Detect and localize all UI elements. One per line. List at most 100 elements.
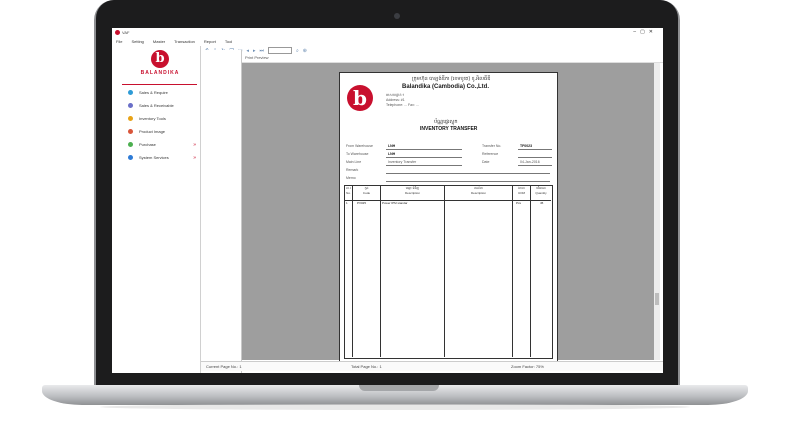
report-page: b ក្រុមហ៊ុន បាឡង់ឌីកា (ខេមបូឌា) ខូ.អិលធី… <box>339 72 558 362</box>
remark-label: Remark <box>346 168 359 172</box>
items-table <box>344 185 553 359</box>
sidebar: b BALANDIKA Sales & Require Sales & Rece… <box>112 46 201 373</box>
purchase-icon <box>128 142 133 147</box>
page-input[interactable] <box>267 47 292 54</box>
field-underline <box>386 149 462 150</box>
field-underline <box>386 173 550 174</box>
row-uom: Pcs <box>516 201 522 205</box>
close-button[interactable]: ✕ <box>649 29 657 35</box>
menu-master[interactable]: Master <box>153 39 165 44</box>
webcam <box>394 13 400 19</box>
group-tree-panel <box>201 50 242 373</box>
prev-page-icon[interactable]: ◂ <box>246 48 249 54</box>
image-icon <box>128 129 133 134</box>
status-bar: Current Page No.: 1 Total Page No.: 1 Zo… <box>201 361 663 371</box>
viewer-toolbar: ⎙ ⇩ ↻ ❐ ⏮ ◂ ▸ ⏭ ⌕ ⊕ <box>201 46 663 55</box>
menu-tool[interactable]: Tool <box>225 39 232 44</box>
company-name: Balandika (Cambodia) Co.,Ltd. <box>402 84 490 90</box>
sidebar-item-sales-receivable[interactable]: Sales & Receivable <box>128 99 198 112</box>
col-header-uom-en: UOM <box>518 191 525 195</box>
table-column-divider <box>352 185 353 357</box>
sidebar-item-product-image[interactable]: Product Image <box>128 125 198 138</box>
table-column-divider <box>512 185 513 357</box>
row-name: Power IPM standar <box>382 201 408 205</box>
menu-file[interactable]: File <box>116 39 122 44</box>
next-page-icon[interactable]: ▸ <box>253 48 256 54</box>
sidebar-item-label: System Services <box>139 155 169 160</box>
address-line-3: Telephone: ... Fax: ... <box>386 103 419 107</box>
sidebar-item-label: Sales & Receivable <box>139 103 174 108</box>
brand-logo: b BALANDIKA <box>130 50 190 80</box>
field-underline <box>518 157 552 158</box>
field-underline <box>386 181 550 182</box>
field-underline <box>518 165 552 166</box>
col-header-uom: ឯកតា UOM <box>513 186 530 195</box>
table-column-divider <box>530 185 531 357</box>
col-header-desc-en: Description <box>470 191 486 195</box>
inventory-icon <box>128 116 133 121</box>
col-header-no: ល.រ No. <box>345 186 352 195</box>
menu-bar: File Setting Master Transaction Report T… <box>112 37 663 46</box>
expand-arrow-icon: » <box>193 154 196 161</box>
title-bar: VAF –▢✕ <box>112 28 663 37</box>
from-warehouse-label: From Warehouse <box>346 144 373 148</box>
col-header-quantity: បរិមាណ Quantity <box>531 186 551 195</box>
window-title: VAF <box>122 30 130 35</box>
col-header-qty-en: Quantity <box>535 191 547 195</box>
sidebar-item-purchase[interactable]: Purchase » <box>128 138 198 151</box>
window-controls[interactable]: –▢✕ <box>633 29 657 35</box>
field-underline <box>518 149 552 150</box>
row-quantity: 45 <box>540 201 544 205</box>
menu-transaction[interactable]: Transaction <box>174 39 195 44</box>
vertical-scrollbar[interactable] <box>654 63 660 360</box>
report-title-khmer: ប័ណ្ណផ្ទេរស្តុក <box>434 119 458 125</box>
main-line-value: Inventory Transfer <box>388 160 417 164</box>
col-header-description: ពណ៌នា Description <box>445 186 512 195</box>
transfer-no-value: TF0023 <box>520 144 533 148</box>
sales-icon <box>128 90 133 95</box>
memo-label: Memo <box>346 176 356 180</box>
viewer-tab[interactable]: Print Preview <box>242 55 663 63</box>
zoom-status: Zoom Factor: 75% <box>511 364 544 369</box>
field-underline <box>386 165 462 166</box>
app-logo-icon <box>115 30 120 35</box>
zoom-icon[interactable]: ⊕ <box>303 48 307 54</box>
col-header-code-en: Code <box>362 191 371 195</box>
sidebar-item-system-services[interactable]: System Services » <box>128 151 198 164</box>
col-header-name-en: Description <box>404 191 420 195</box>
laptop-notch <box>359 385 439 391</box>
expand-arrow-icon: » <box>193 141 196 148</box>
sidebar-item-label: Inventory Tools <box>139 116 166 121</box>
sidebar-item-sales-require[interactable]: Sales & Require <box>128 86 198 99</box>
col-header-no-en: No. <box>346 191 351 195</box>
report-logo: b <box>347 85 373 111</box>
maximize-button[interactable]: ▢ <box>640 29 649 35</box>
table-column-divider <box>444 185 445 357</box>
date-value: 04-Jan-2016 <box>520 160 540 164</box>
row-code: PV025 <box>357 201 367 205</box>
receivable-icon <box>128 103 133 108</box>
transfer-no-label: Transfer No. <box>482 144 502 148</box>
sidebar-item-label: Purchase <box>139 142 156 147</box>
laptop-shadow <box>100 404 690 410</box>
report-title: INVENTORY TRANSFER <box>420 126 478 132</box>
company-name-khmer: ក្រុមហ៊ុន បាឡង់ឌីកា (ខេមបូឌា) ខូ.អិលធីឌី <box>412 76 491 82</box>
address-line-2: Address: #1 <box>386 98 405 102</box>
menu-report[interactable]: Report <box>204 39 216 44</box>
last-page-icon[interactable]: ⏭ <box>259 48 264 54</box>
total-page-status: Total Page No.: 1 <box>351 364 382 369</box>
sidebar-nav: Sales & Require Sales & Receivable Inven… <box>128 86 198 164</box>
scrollbar-thumb[interactable] <box>655 293 659 305</box>
sidebar-item-inventory-tools[interactable]: Inventory Tools <box>128 112 198 125</box>
to-warehouse-value: LNH <box>388 152 396 156</box>
reference-label: Reference <box>482 152 499 156</box>
col-header-code: កូដ Code <box>353 186 380 195</box>
current-page-status: Current Page No.: 1 <box>206 364 242 369</box>
sidebar-item-label: Product Image <box>139 129 166 134</box>
row-no: 1 <box>346 201 348 205</box>
main-line-label: Main Line <box>346 160 362 164</box>
table-column-divider <box>380 185 381 357</box>
search-icon[interactable]: ⌕ <box>296 48 299 54</box>
menu-setting[interactable]: Setting <box>131 39 143 44</box>
laptop-screen: VAF –▢✕ File Setting Master Transaction … <box>112 28 663 373</box>
